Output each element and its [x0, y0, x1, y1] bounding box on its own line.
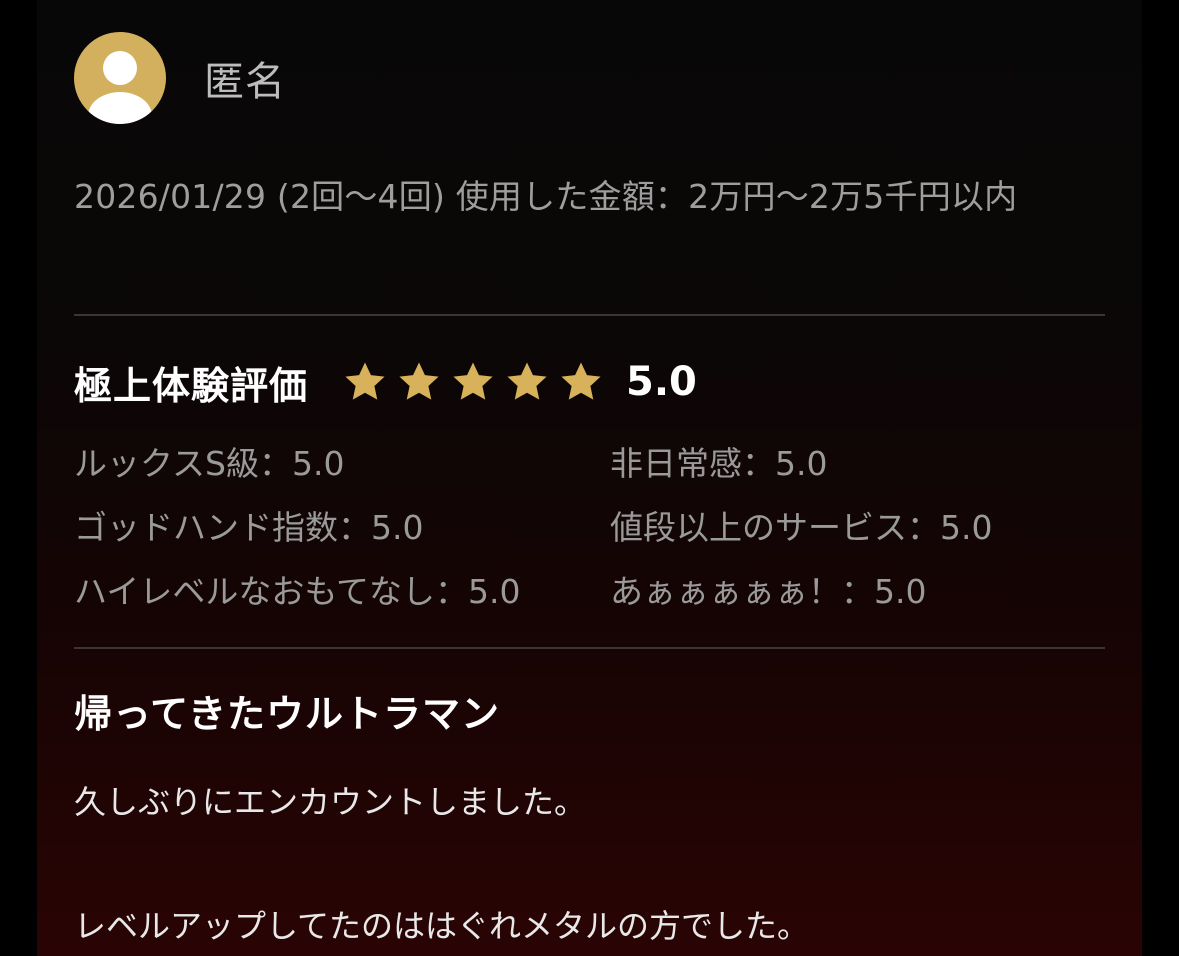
star-icon	[453, 362, 493, 400]
reviewer-header: 匿名	[74, 32, 286, 124]
divider	[74, 314, 1105, 316]
review-card: 匿名 2026/01/29 (2回〜4回) 使用した金額：2万円〜2万5千円以内…	[37, 0, 1142, 956]
sub-rating-hospitality: ハイレベルなおもてなし：5.0	[74, 572, 521, 611]
user-avatar-icon	[74, 32, 166, 124]
divider	[74, 647, 1105, 649]
review-title: 帰ってきたウルトラマン	[74, 692, 500, 736]
sub-rating-exclamation: あぁぁぁぁぁ！：5.0	[610, 572, 927, 611]
sub-rating-looks: ルックスS級：5.0	[74, 444, 345, 483]
sub-rating-extraordinary: 非日常感：5.0	[610, 444, 828, 483]
review-paragraph: 久しぶりにエンカウントしました。	[74, 783, 587, 821]
reviewer-name: 匿名	[204, 59, 286, 105]
sub-rating-god-hand: ゴッドハンド指数：5.0	[74, 508, 424, 547]
star-icon	[507, 362, 547, 400]
review-paragraph: レベルアップしてたのははぐれメタルの方でした。	[74, 907, 810, 945]
star-icon	[399, 362, 439, 400]
star-rating	[342, 359, 612, 405]
rating-score: 5.0	[626, 359, 697, 405]
star-icon	[561, 362, 601, 400]
review-paragraph	[74, 834, 1114, 894]
review-body: 久しぶりにエンカウントしました。 レベルアップしてたのははぐれメタルの方でした。	[74, 770, 1114, 956]
rating-title: 極上体験評価	[74, 363, 309, 408]
review-meta: 2026/01/29 (2回〜4回) 使用した金額：2万円〜2万5千円以内	[74, 177, 1018, 216]
sub-rating-service-value: 値段以上のサービス：5.0	[610, 508, 993, 547]
overall-rating: 極上体験評価 5.0	[74, 352, 697, 412]
star-icon	[345, 362, 385, 400]
